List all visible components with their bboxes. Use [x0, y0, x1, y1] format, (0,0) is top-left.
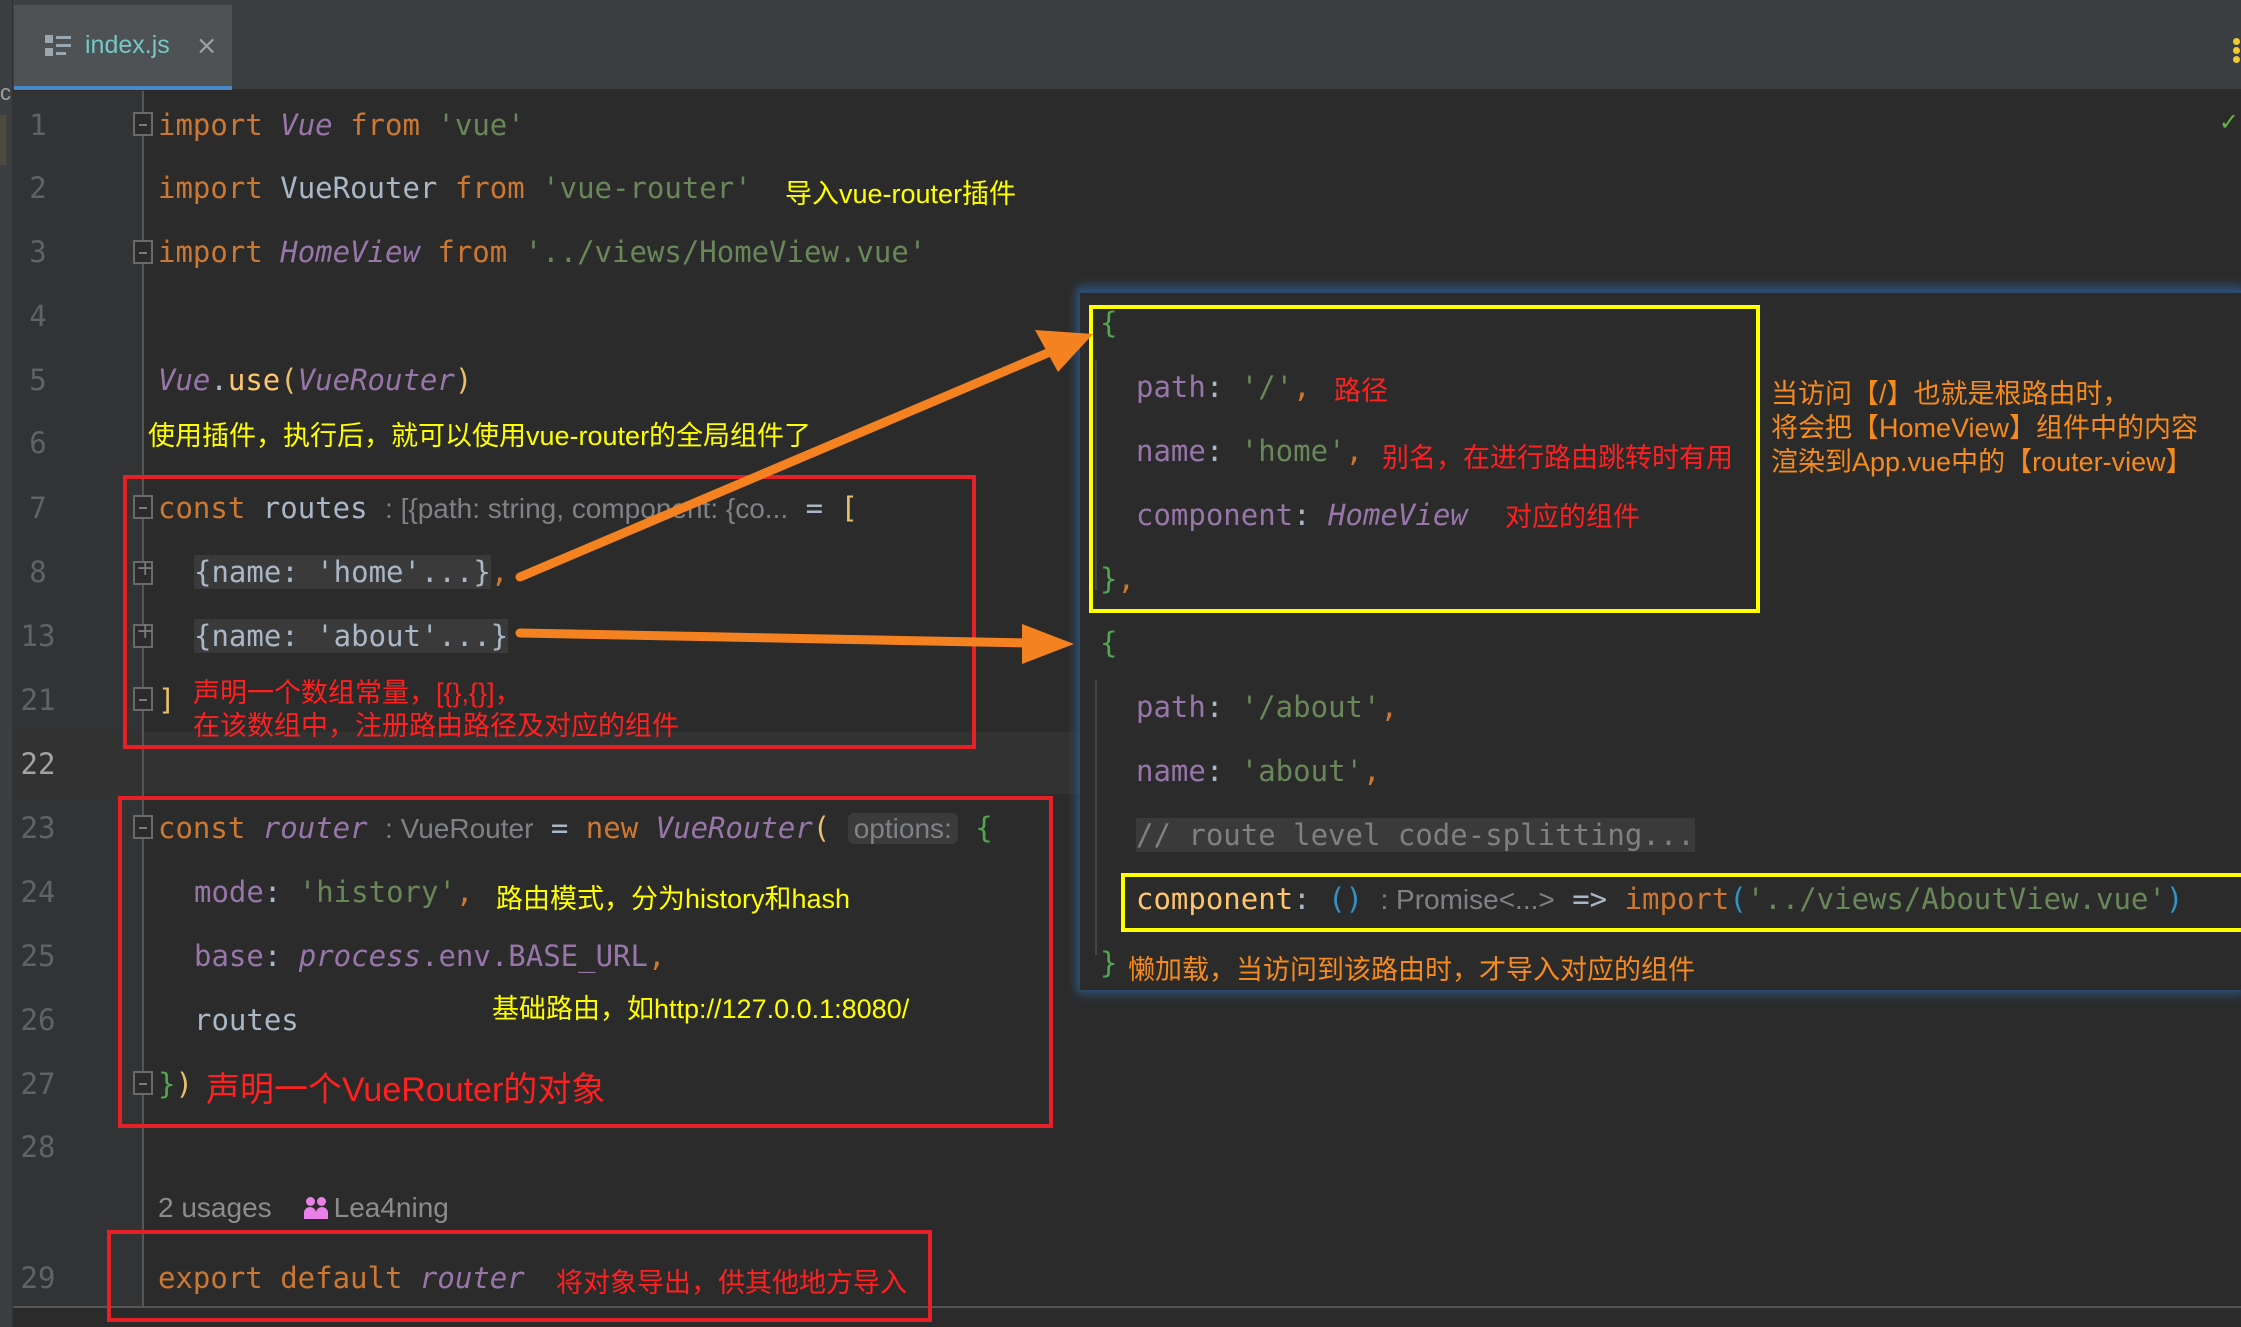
more-options-icon[interactable] — [2233, 38, 2241, 65]
line-number: 7 — [29, 491, 47, 525]
line-number: 8 — [29, 555, 47, 589]
line-number: 6 — [29, 426, 47, 460]
line-number: 5 — [29, 363, 47, 397]
code-line-5: Vue.use(VueRouter) — [158, 363, 473, 397]
fold-collapse-icon[interactable] — [133, 112, 153, 136]
popup-about-comment: // route level code-splitting... — [1136, 815, 1695, 855]
author-name[interactable]: Lea4ning — [334, 1192, 449, 1224]
popup-about-open: { — [1100, 626, 1118, 660]
highlight-router-block — [118, 796, 1053, 1128]
line-number-current: 22 — [20, 747, 56, 781]
line-number: 23 — [20, 811, 56, 845]
line-number: 25 — [20, 939, 56, 973]
line-number: 29 — [20, 1261, 56, 1295]
annotation-import-plugin: 导入vue-router插件 — [785, 179, 1017, 209]
line-number: 24 — [20, 875, 56, 909]
line-number: 2 — [29, 171, 47, 205]
side-strip-label: c — [0, 80, 11, 105]
popup-about-path: path: '/about', — [1136, 690, 1398, 724]
line-number: 27 — [20, 1067, 56, 1101]
line-number: 26 — [20, 1003, 56, 1037]
folded-comment[interactable]: // route level code-splitting... — [1136, 818, 1695, 852]
code-line-1: import Vue from 'vue' — [158, 108, 525, 142]
side-strip-marker — [0, 115, 6, 165]
popup-about-close: } — [1100, 946, 1118, 980]
no-problems-check-icon[interactable]: ✓ — [2219, 108, 2239, 136]
code-vision-usages[interactable]: 2 usages Lea4ning — [158, 1192, 449, 1224]
highlight-home-route — [1089, 305, 1760, 613]
code-line-3: import HomeView from '../views/HomeView.… — [158, 235, 927, 269]
line-number: 1 — [29, 108, 47, 142]
usages-count[interactable]: 2 usages — [158, 1192, 272, 1224]
popup-about-name: name: 'about', — [1136, 754, 1381, 788]
highlight-routes-block — [123, 475, 976, 749]
tab-title: index.js — [85, 31, 170, 59]
tab-index-js[interactable]: index.js × — [14, 5, 232, 90]
code-line-2: import VueRouter from 'vue-router' — [158, 171, 752, 205]
line-number: 3 — [29, 235, 47, 269]
editor-tab-bar: index.js × — [13, 0, 2241, 90]
annotation-lazy-load: 懒加载，当访问到该路由时，才导入对应的组件 — [1128, 955, 1695, 985]
annotation-use-plugin: 使用插件，执行后，就可以使用vue-router的全局组件了 — [148, 421, 812, 451]
fold-end-icon[interactable] — [133, 240, 153, 264]
line-number: 21 — [20, 683, 56, 717]
highlight-lazy-component — [1121, 873, 2241, 932]
line-number: 13 — [20, 619, 56, 653]
annotation-root-3: 渲染到App.vue中的【router-view】 — [1771, 447, 2193, 477]
highlight-export-line — [107, 1230, 932, 1322]
line-number: 28 — [20, 1130, 56, 1164]
line-number: 4 — [29, 299, 47, 333]
tool-window-strip: c — [0, 0, 13, 1327]
js-structure-icon — [45, 34, 71, 57]
author-icon — [303, 1197, 328, 1219]
close-icon[interactable]: × — [196, 31, 218, 61]
